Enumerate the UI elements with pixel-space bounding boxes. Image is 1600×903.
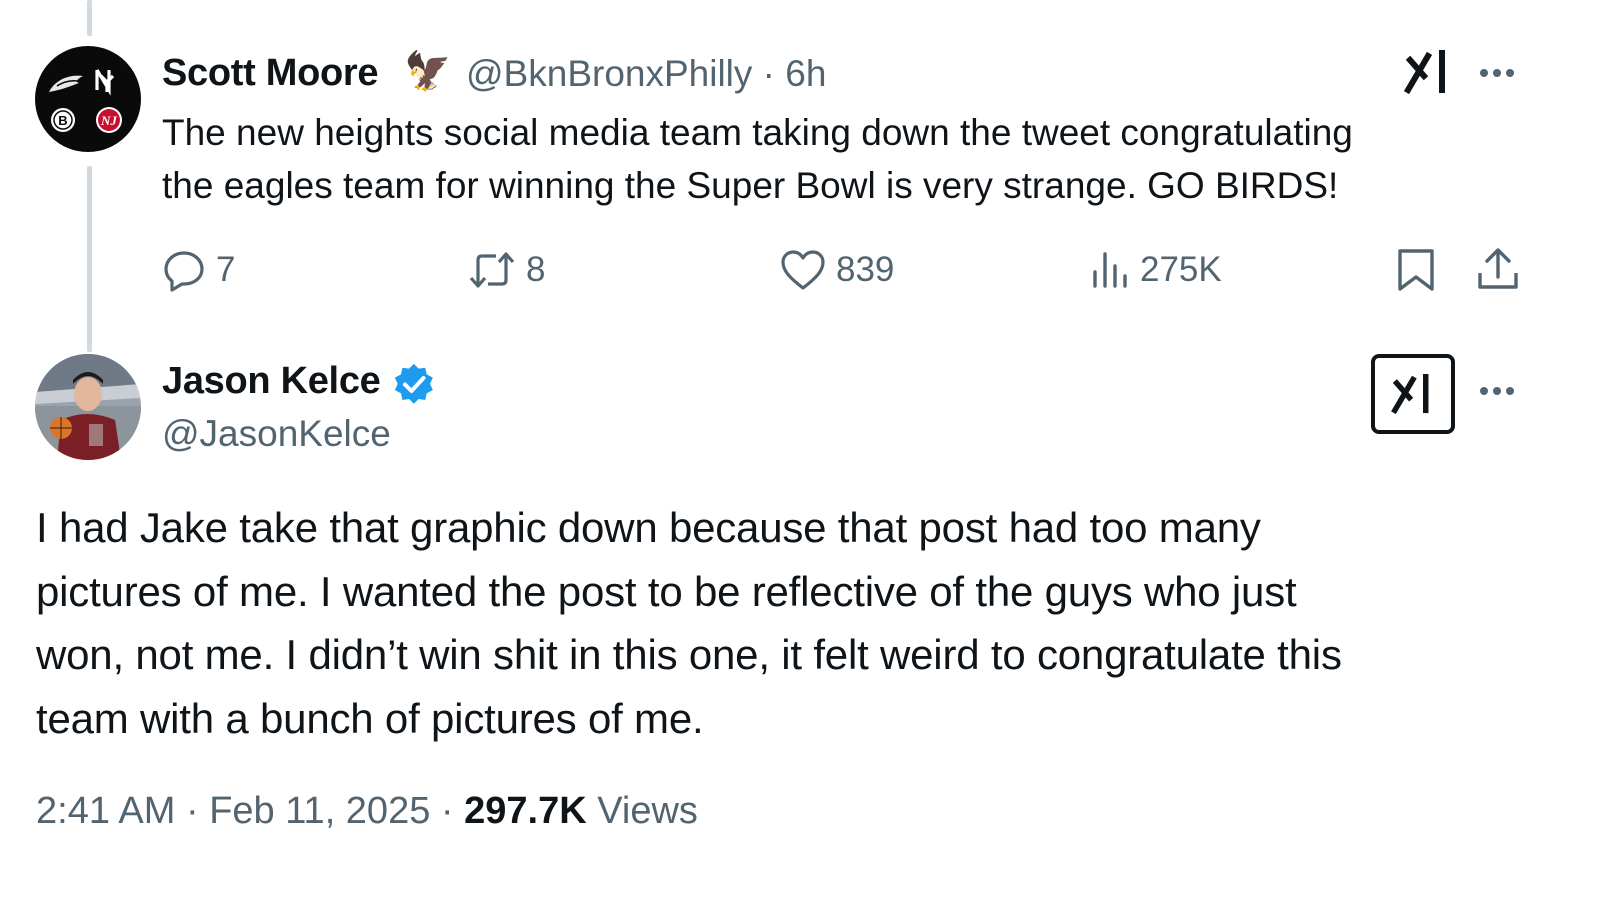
main-text-line-4: team with a bunch of pictures of me. xyxy=(36,694,704,742)
main-author-name[interactable]: Jason Kelce xyxy=(162,360,381,403)
reply-count: 7 xyxy=(216,250,236,289)
parent-text-line-2: the eagles team for winning the Super Bo… xyxy=(162,165,1339,206)
main-tweet-text: I had Jake take that graphic down becaus… xyxy=(36,496,1566,750)
repost-button[interactable]: 8 xyxy=(468,244,545,296)
views-icon xyxy=(1090,248,1130,292)
parent-author-name[interactable]: Scott Moore xyxy=(162,52,379,95)
views-button[interactable]: 275K xyxy=(1090,244,1222,296)
repost-icon xyxy=(468,248,516,292)
like-button[interactable]: 839 xyxy=(780,244,894,296)
reply-button[interactable]: 7 xyxy=(162,244,235,296)
bookmark-button[interactable] xyxy=(1396,244,1436,296)
thread-line-top xyxy=(87,0,92,36)
parent-timestamp[interactable]: 6h xyxy=(785,53,826,94)
parent-avatar[interactable]: B NJ xyxy=(35,46,141,152)
verified-badge-icon xyxy=(392,362,436,411)
parent-tweet-text: The new heights social media team taking… xyxy=(162,106,1542,212)
nets-logo: B xyxy=(51,108,75,132)
devils-logo: NJ xyxy=(96,107,122,133)
tweet-meta: 2:41 AM · Feb 11, 2025 · 297.7K Views xyxy=(36,790,698,833)
main-handle[interactable]: @JasonKelce xyxy=(162,413,391,455)
meta-separator-1: · xyxy=(185,790,199,832)
tweet-time[interactable]: 2:41 AM xyxy=(36,790,175,832)
thread-line xyxy=(87,166,92,352)
views-label: Views xyxy=(597,790,698,832)
grok-icon xyxy=(1391,373,1435,415)
parent-text-line-1: The new heights social media team taking… xyxy=(162,112,1353,153)
main-text-line-1: I had Jake take that graphic down becaus… xyxy=(36,504,1261,551)
eagle-emoji-icon: 🦅 xyxy=(404,51,452,93)
grok-button[interactable] xyxy=(1371,354,1455,434)
parent-handle-text[interactable]: @BknBronxPhilly xyxy=(466,53,752,94)
main-more-icon[interactable] xyxy=(1480,387,1514,395)
share-button[interactable] xyxy=(1476,244,1520,296)
svg-text:NJ: NJ xyxy=(100,113,117,128)
parent-more-icon[interactable] xyxy=(1480,69,1514,77)
like-icon xyxy=(780,248,826,292)
handle-separator: · xyxy=(762,53,775,94)
main-text-line-3: won, not me. I didn’t win shit in this o… xyxy=(36,631,1342,678)
parent-handle[interactable]: @BknBronxPhilly · 6h xyxy=(466,53,826,95)
like-count: 839 xyxy=(836,250,895,289)
views-total: 297.7K xyxy=(464,790,587,832)
meta-separator-2: · xyxy=(440,790,454,832)
grok-icon[interactable] xyxy=(1403,49,1452,99)
tweet-date[interactable]: Feb 11, 2025 xyxy=(209,790,430,832)
bookmark-icon xyxy=(1396,247,1436,293)
reply-icon xyxy=(162,248,206,292)
views-count: 275K xyxy=(1140,250,1222,289)
repost-count: 8 xyxy=(526,250,546,289)
main-avatar[interactable] xyxy=(35,354,141,460)
svg-text:B: B xyxy=(58,113,67,128)
main-text-line-2: pictures of me. I wanted the post to be … xyxy=(36,567,1297,615)
share-icon xyxy=(1476,247,1520,293)
